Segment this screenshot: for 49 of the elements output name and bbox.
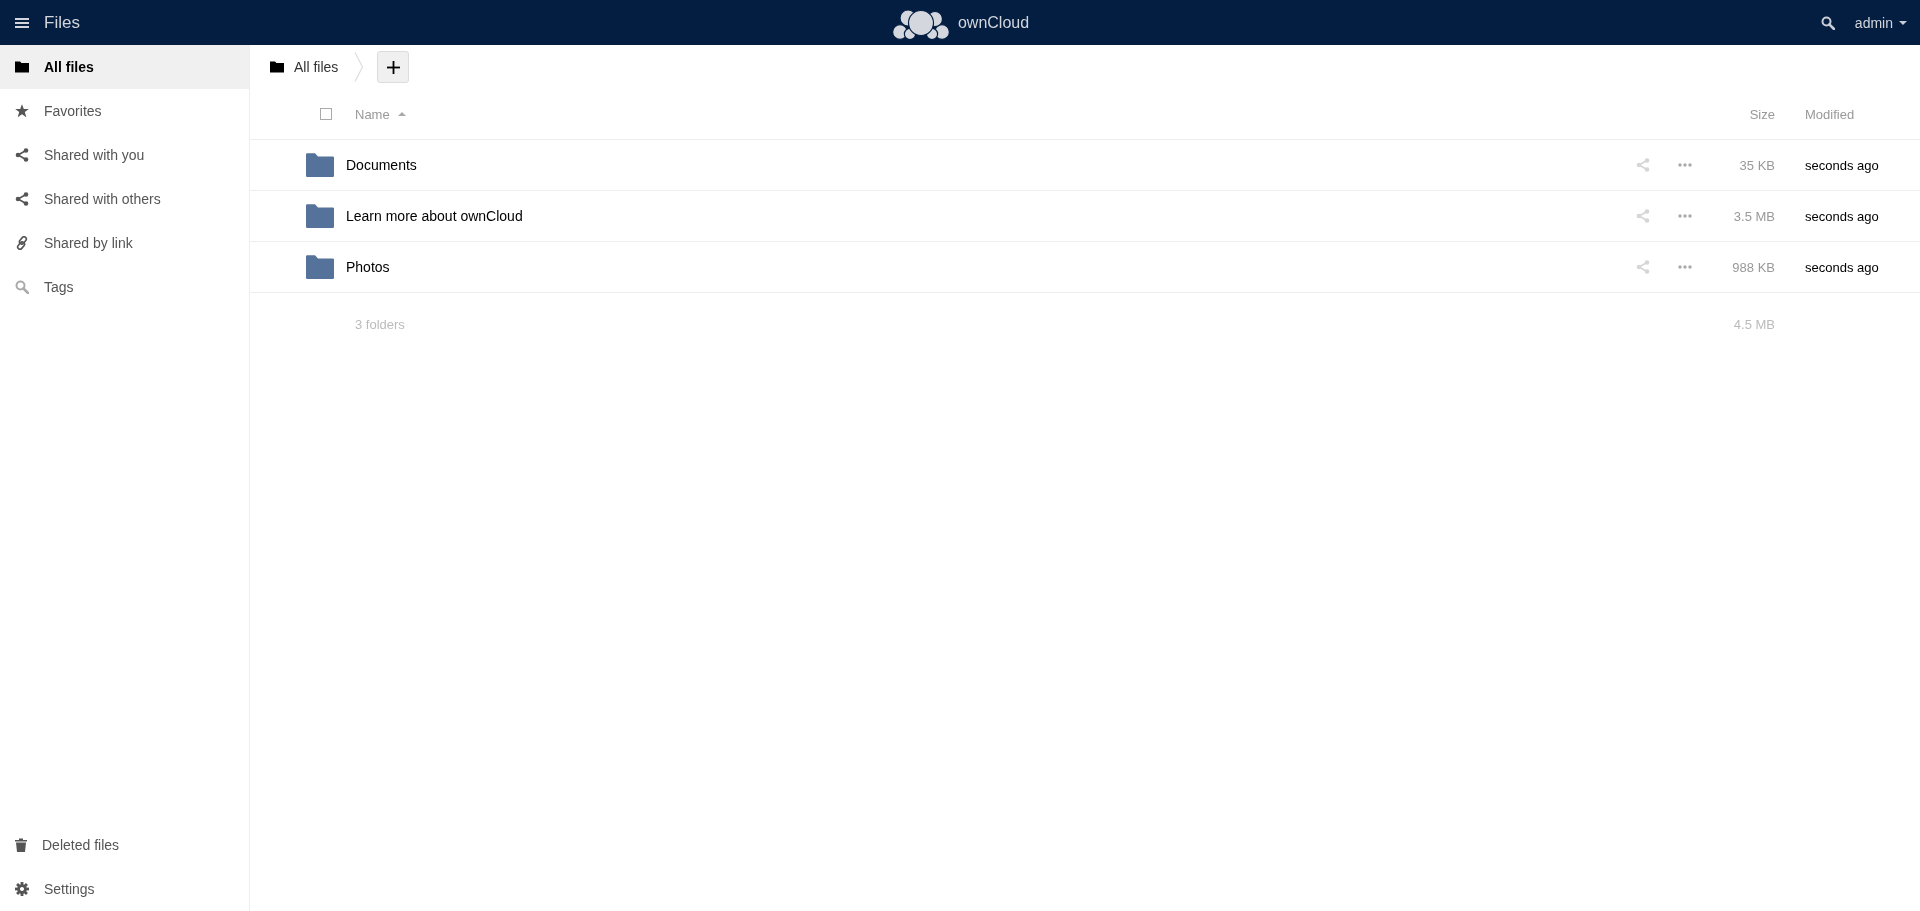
sidebar-item[interactable]: Deleted files <box>0 823 249 867</box>
star-icon <box>15 104 29 118</box>
sidebar-item[interactable]: Settings <box>0 867 249 911</box>
file-size: 988 KB <box>1731 259 1775 275</box>
modified-time: seconds ago <box>1805 157 1879 173</box>
chevron-icon <box>354 52 365 82</box>
search-icon[interactable] <box>1820 15 1835 30</box>
file-name[interactable]: Learn more about ownCloud <box>346 208 523 224</box>
file-name[interactable]: Documents <box>346 157 417 173</box>
sidebar-item[interactable]: Favorites <box>0 89 249 133</box>
caret-icon <box>1899 20 1907 25</box>
folder-icon <box>15 61 29 73</box>
select-all-checkbox[interactable] <box>320 108 332 120</box>
folder-icon <box>306 153 334 177</box>
sort-caret-icon <box>397 112 406 116</box>
modified-time: seconds ago <box>1805 208 1879 224</box>
more-icon[interactable] <box>1678 265 1692 269</box>
sidebar-item[interactable]: Shared with you <box>0 133 249 177</box>
file-size: 3.5 MB <box>1732 208 1775 224</box>
app-title: Files <box>44 12 80 33</box>
user-menu[interactable]: admin <box>1854 14 1907 31</box>
trash-icon <box>15 838 27 852</box>
folder-icon <box>306 255 334 279</box>
file-size: 35 KB <box>1738 157 1775 173</box>
share-icon[interactable] <box>1636 209 1650 223</box>
more-icon[interactable] <box>1678 163 1692 167</box>
share-icon <box>15 148 29 162</box>
share-icon[interactable] <box>1636 260 1650 274</box>
folder-count: 3 folders <box>355 316 405 332</box>
folder-icon <box>270 61 284 73</box>
more-icon[interactable] <box>1678 214 1692 218</box>
sidebar-item[interactable]: Shared with others <box>0 177 249 221</box>
share-icon <box>15 192 29 206</box>
menu-icon[interactable] <box>15 17 29 28</box>
brand-name: ownCloud <box>957 13 1030 32</box>
settings-icon <box>15 882 29 896</box>
search-icon <box>15 280 29 294</box>
folder-icon <box>306 204 334 228</box>
file-name[interactable]: Photos <box>346 259 390 275</box>
modified-time: seconds ago <box>1805 259 1879 275</box>
link-icon <box>15 236 29 250</box>
sidebar-item[interactable]: Tags <box>0 265 249 309</box>
plus-icon <box>386 60 400 74</box>
breadcrumb-link[interactable]: All files <box>270 59 339 75</box>
total-size: 4.5 MB <box>1732 316 1775 332</box>
share-icon[interactable] <box>1636 158 1650 172</box>
sidebar-item[interactable]: Shared by link <box>0 221 249 265</box>
sidebar-item[interactable]: All files <box>0 45 249 89</box>
new-button[interactable] <box>377 51 410 83</box>
